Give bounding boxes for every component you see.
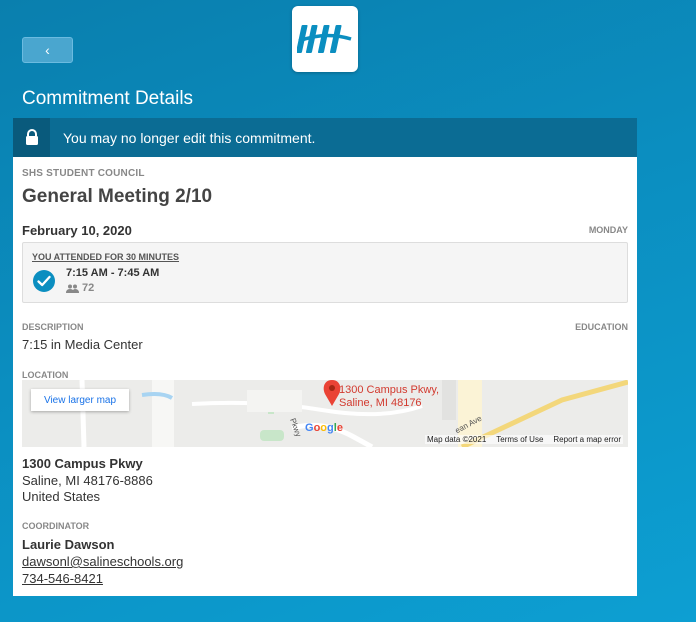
event-weekday: MONDAY bbox=[588, 225, 628, 235]
attendance-time: 7:15 AM - 7:45 AM bbox=[66, 267, 160, 279]
location-label: LOCATION bbox=[22, 370, 69, 380]
locked-banner: You may no longer edit this commitment. bbox=[13, 118, 637, 157]
map-report-link[interactable]: Report a map error bbox=[553, 435, 621, 444]
view-larger-map-link[interactable]: View larger map bbox=[31, 389, 129, 411]
address-line-3: United States bbox=[22, 489, 101, 504]
address-line-1: 1300 Campus Pkwy bbox=[22, 456, 143, 471]
organization-name: SHS STUDENT COUNCIL bbox=[22, 168, 145, 179]
map-data-text: Map data ©2021 bbox=[427, 435, 487, 444]
coordinator-name: Laurie Dawson bbox=[22, 537, 115, 552]
description-label: DESCRIPTION bbox=[22, 322, 84, 332]
google-logo: Google bbox=[305, 422, 343, 434]
coordinator-phone-link[interactable]: 734-546-8421 bbox=[22, 571, 103, 586]
attendee-count-value: 72 bbox=[82, 282, 95, 294]
event-title: General Meeting 2/10 bbox=[22, 186, 213, 207]
people-icon bbox=[66, 284, 79, 293]
map-marker-line2: Saline, MI 48176 bbox=[339, 397, 422, 409]
lock-icon bbox=[13, 118, 50, 157]
back-button[interactable]: ‹ bbox=[22, 37, 73, 63]
attendance-heading: YOU ATTENDED FOR 30 MINUTES bbox=[32, 252, 180, 262]
map-marker-label: 1300 Campus Pkwy, Saline, MI 48176 bbox=[339, 384, 439, 410]
attendance-box: YOU ATTENDED FOR 30 MINUTES 7:15 AM - 7:… bbox=[22, 242, 628, 303]
map-footer: Map data ©2021 Terms of Use Report a map… bbox=[425, 435, 623, 444]
map-marker-line1: 1300 Campus Pkwy, bbox=[339, 384, 440, 396]
attendee-count: 72 bbox=[66, 282, 94, 294]
locked-message: You may no longer edit this commitment. bbox=[63, 129, 316, 146]
coordinator-label: COORDINATOR bbox=[22, 521, 90, 531]
commitment-card: SHS STUDENT COUNCIL General Meeting 2/10… bbox=[13, 157, 637, 596]
map-terms-link[interactable]: Terms of Use bbox=[496, 435, 543, 444]
category-label: EDUCATION bbox=[575, 322, 628, 332]
chevron-left-icon: ‹ bbox=[45, 42, 50, 58]
location-map[interactable]: View larger map 1300 Campus Pkwy, Saline… bbox=[22, 380, 628, 447]
app-logo bbox=[292, 6, 358, 72]
event-date: February 10, 2020 bbox=[22, 223, 132, 238]
coordinator-email-link[interactable]: dawsonl@salineschools.org bbox=[22, 554, 183, 569]
check-circle-icon bbox=[33, 270, 55, 292]
event-description: 7:15 in Media Center bbox=[22, 337, 143, 352]
address-line-2: Saline, MI 48176-8886 bbox=[22, 473, 153, 488]
page-title: Commitment Details bbox=[22, 88, 194, 109]
